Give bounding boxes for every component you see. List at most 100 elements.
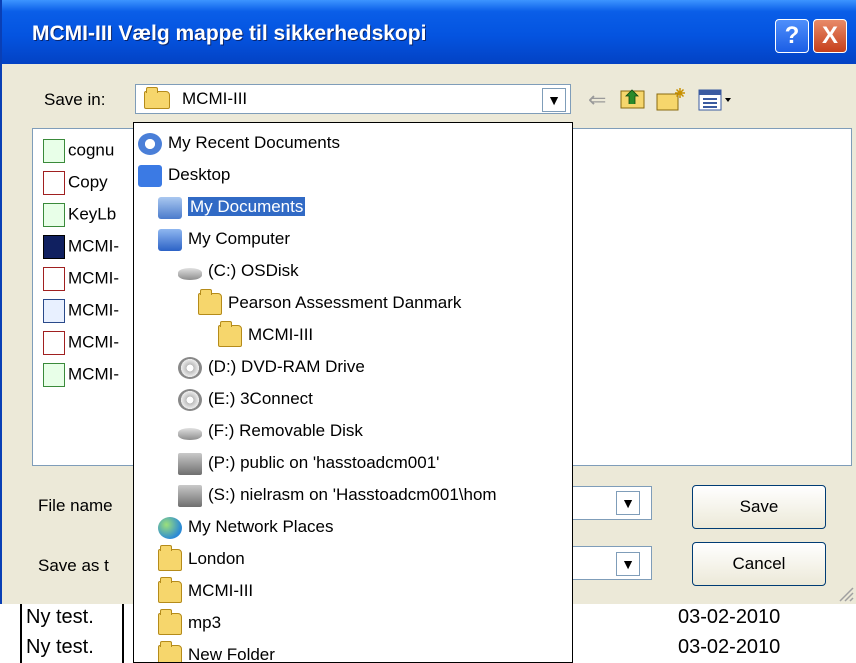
removable-disk-icon <box>178 428 202 441</box>
dropdown-item-folder[interactable]: New Folder <box>158 639 275 663</box>
dropdown-item-label: (C:) OSDisk <box>208 261 299 280</box>
file-name: cognu <box>68 140 115 160</box>
background-column-divider <box>122 604 124 663</box>
network-places-icon <box>158 516 182 539</box>
dialog-title: MCMI-III Vælg mappe til sikkerhedskopi <box>32 22 427 45</box>
dropdown-item-e-drive[interactable]: (E:) 3Connect <box>178 383 313 415</box>
window-file-icon <box>43 299 65 323</box>
file-name: MCMI- <box>68 236 119 256</box>
dropdown-item-label: Desktop <box>168 165 231 184</box>
folder-icon <box>158 544 182 571</box>
folder-icon <box>218 320 242 347</box>
network-drive-icon <box>178 452 202 475</box>
title-bar[interactable]: MCMI-III Vælg mappe til sikkerhedskopi ?… <box>2 0 856 64</box>
save-in-combo[interactable]: MCMI-III <box>135 84 571 114</box>
help-button[interactable]: ? <box>775 19 809 53</box>
dropdown-item-folder[interactable]: mp3 <box>158 607 221 639</box>
cd-drive-icon <box>178 388 202 411</box>
dropdown-item-label: London <box>188 549 245 568</box>
file-item[interactable]: MCMI- <box>43 299 119 329</box>
my-computer-icon <box>158 228 182 251</box>
save-in-dropdown-button[interactable]: ▼ <box>542 88 566 112</box>
dropdown-item-c-drive[interactable]: (C:) OSDisk <box>178 255 299 287</box>
mcmi-app-icon <box>43 235 65 259</box>
dropdown-item-label: My Network Places <box>188 517 334 536</box>
save-as-type-dropdown-button[interactable]: ▼ <box>616 552 640 576</box>
file-item[interactable]: MCMI- <box>43 235 119 265</box>
dropdown-item-label: MCMI-III <box>188 581 254 600</box>
resize-grip[interactable] <box>836 586 854 602</box>
folder-icon <box>158 640 182 662</box>
background-row-name: Ny test. <box>26 636 94 658</box>
file-item[interactable]: MCMI- <box>43 331 119 361</box>
save-button[interactable]: Save <box>692 485 826 529</box>
dropdown-item-label: (P:) public on 'hasstoadcm001' <box>208 453 440 472</box>
folder-icon <box>158 576 182 603</box>
dropdown-item-label: My Computer <box>188 229 291 248</box>
dropdown-item-label: My Documents <box>188 197 306 216</box>
views-menu-icon[interactable] <box>698 88 734 112</box>
dropdown-item-label: mp3 <box>188 613 222 632</box>
save-in-dropdown-list[interactable]: My Recent Documents Desktop My Documents… <box>133 122 573 663</box>
pdf-icon <box>43 267 65 291</box>
dropdown-item-label: Pearson Assessment Danmark <box>228 293 462 312</box>
file-name-label: File name <box>38 496 113 515</box>
file-name: KeyLb <box>68 204 117 224</box>
dropdown-item-label: (E:) 3Connect <box>208 389 313 408</box>
file-name: MCMI- <box>68 300 119 320</box>
dropdown-item-f-drive[interactable]: (F:) Removable Disk <box>178 415 363 447</box>
new-folder-icon[interactable] <box>656 86 686 112</box>
dropdown-item-p-drive[interactable]: (P:) public on 'hasstoadcm001' <box>178 447 439 479</box>
file-name-dropdown-button[interactable]: ▼ <box>616 491 640 515</box>
dropdown-item-my-documents[interactable]: My Documents <box>158 191 306 223</box>
close-button[interactable]: X <box>813 19 847 53</box>
background-row-name: Ny test. <box>26 606 94 628</box>
dvd-drive-icon <box>178 356 202 379</box>
save-in-label: Save in: <box>44 90 106 109</box>
dropdown-item-d-drive[interactable]: (D:) DVD-RAM Drive <box>178 351 365 383</box>
file-icon <box>43 139 65 163</box>
network-drive-icon <box>178 484 202 507</box>
cancel-button[interactable]: Cancel <box>692 542 826 586</box>
file-name: MCMI- <box>68 364 119 384</box>
my-documents-icon <box>158 196 182 219</box>
save-in-value: MCMI-III <box>182 89 248 108</box>
pdf-icon <box>43 171 65 195</box>
dropdown-item-label: New Folder <box>188 645 275 663</box>
dropdown-item-label: MCMI-III <box>248 325 314 344</box>
file-item[interactable]: MCMI- <box>43 267 119 297</box>
background-row-date: 03-02-2010 <box>678 636 781 658</box>
up-folder-icon[interactable] <box>620 86 646 110</box>
dropdown-item-recent-documents[interactable]: My Recent Documents <box>138 127 340 159</box>
file-name: MCMI- <box>68 332 119 352</box>
folder-icon <box>198 288 222 315</box>
dropdown-item-desktop[interactable]: Desktop <box>138 159 230 191</box>
dropdown-item-folder[interactable]: Pearson Assessment Danmark <box>198 287 461 319</box>
dropdown-item-folder[interactable]: MCMI-III <box>158 575 253 607</box>
dropdown-item-label: (D:) DVD-RAM Drive <box>208 357 365 376</box>
save-as-type-label: Save as t <box>38 556 109 575</box>
hard-drive-icon <box>178 268 202 281</box>
folder-icon <box>158 608 182 635</box>
folder-icon <box>144 87 170 109</box>
file-name: Copy <box>68 172 108 192</box>
desktop-icon <box>138 164 162 187</box>
file-item[interactable]: KeyLb <box>43 203 116 233</box>
dropdown-item-s-drive[interactable]: (S:) nielrasm on 'Hasstoadcm001\hom <box>178 479 497 511</box>
back-arrow-icon[interactable]: ⇐ <box>588 88 606 112</box>
file-name: MCMI- <box>68 268 119 288</box>
file-item[interactable]: Copy <box>43 171 108 201</box>
dropdown-item-label: My Recent Documents <box>168 133 340 152</box>
dropdown-item-folder[interactable]: London <box>158 543 245 575</box>
dropdown-item-network-places[interactable]: My Network Places <box>158 511 333 543</box>
dropdown-item-label: (F:) Removable Disk <box>208 421 363 440</box>
file-icon <box>43 203 65 227</box>
dropdown-item-my-computer[interactable]: My Computer <box>158 223 290 255</box>
file-item[interactable]: MCMI- <box>43 363 119 393</box>
pdf-icon <box>43 331 65 355</box>
file-icon <box>43 363 65 387</box>
background-row-date: 03-02-2010 <box>678 606 781 628</box>
dropdown-item-folder[interactable]: MCMI-III <box>218 319 313 351</box>
background-list-border <box>20 600 22 663</box>
file-item[interactable]: cognu <box>43 139 114 169</box>
